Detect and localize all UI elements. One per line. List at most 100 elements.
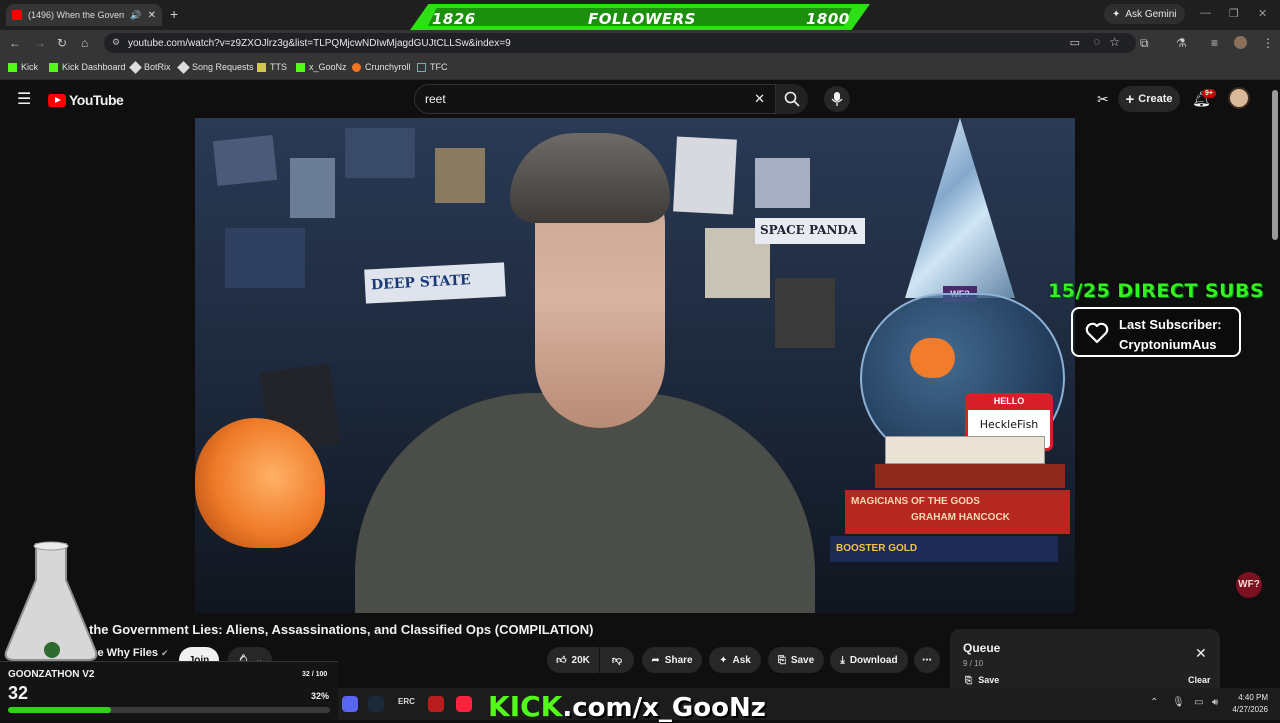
bookmark-star-icon[interactable]: ☆	[1109, 35, 1120, 49]
browser-tab[interactable]: (1496) When the Governme 🔊 ✕	[6, 4, 162, 26]
book-magicians: MAGICIANS OF THE GODS GRAHAM HANCOCK	[845, 490, 1070, 534]
minimize-icon[interactable]: —	[1200, 7, 1211, 19]
bookmark-tfc[interactable]: TFC	[417, 62, 448, 72]
erc-icon[interactable]: ERC	[398, 697, 415, 706]
voice-search-button[interactable]	[824, 86, 850, 112]
queue-save-button[interactable]: ⎘ Save	[965, 675, 999, 686]
goonzathon-title: GOONZATHON V2	[8, 669, 95, 680]
queue-close-icon[interactable]: ✕	[1195, 645, 1207, 662]
cast-icon[interactable]: ▭	[1070, 36, 1080, 49]
address-bar[interactable]: ⚙ youtube.com/watch?v=z9ZXOJlrz3g&list=T…	[104, 33, 1136, 53]
like-button[interactable]: 👍︎ 20K	[547, 647, 599, 673]
search-button[interactable]	[776, 84, 808, 114]
discord-icon[interactable]	[342, 696, 358, 712]
dislike-button[interactable]: 👎︎	[600, 647, 634, 673]
tab-close-icon[interactable]: ✕	[148, 10, 156, 21]
crunchyroll-icon	[352, 62, 361, 72]
page-scrollbar[interactable]	[1270, 80, 1280, 688]
window-close-icon[interactable]: ✕	[1258, 7, 1267, 20]
browser-toolbar: ← → ↻ ⌂ ⚙ youtube.com/watch?v=z9ZXOJlrz3…	[0, 30, 1280, 56]
clock[interactable]: 4:40 PM 4/27/2026	[1224, 692, 1268, 716]
tab-title: (1496) When the Governme	[28, 10, 124, 20]
speaker-icon[interactable]: 🔊	[130, 10, 141, 21]
kick-icon	[49, 62, 58, 72]
poster-photo	[435, 148, 485, 203]
bookmark-kick[interactable]: Kick	[8, 62, 38, 72]
queue-save-label: Save	[978, 675, 1000, 685]
followers-current: 1826	[432, 10, 476, 28]
ask-button[interactable]: ✦ Ask	[709, 647, 761, 673]
tfc-icon	[417, 62, 426, 72]
followers-goal-banner: 1826 FOLLOWERS 1800	[410, 4, 870, 30]
bookmark-icon: ⎘	[777, 654, 786, 666]
video-title: When the Government Lies: Aliens, Assass…	[50, 622, 594, 637]
bookmark-tts[interactable]: TTS	[257, 62, 287, 72]
direct-subs-goal: 15/25 DIRECT SUBS	[1048, 280, 1265, 302]
app-icon[interactable]	[428, 696, 444, 712]
space-panda-poster: SPACE PANDA	[755, 218, 865, 244]
back-icon[interactable]: ←	[9, 36, 21, 50]
kick-url-overlay: KICK.com/x_GooNz	[488, 690, 766, 723]
badge-hello: HELLO	[968, 396, 1050, 410]
share-icon: ➦	[651, 654, 660, 666]
account-avatar[interactable]	[1228, 87, 1250, 109]
ask-gemini-button[interactable]: ✦ Ask Gemini	[1104, 4, 1185, 24]
reading-list-icon[interactable]: ≡	[1211, 36, 1218, 50]
bookmarks-bar: Kick Kick Dashboard BotRix Song Requests…	[0, 56, 1280, 80]
bookmark-label: Crunchyroll	[365, 62, 411, 72]
create-label: Create	[1138, 93, 1173, 105]
search-input[interactable]: reet ✕	[414, 84, 776, 114]
reload-icon[interactable]: ↻	[57, 36, 67, 50]
music-icon[interactable]	[456, 696, 472, 712]
book-title: MAGICIANS OF THE GODS	[851, 496, 980, 507]
new-tab-icon[interactable]: +	[170, 6, 178, 22]
mic-tray-icon[interactable]: 🎙︎	[1172, 697, 1185, 708]
profile-avatar[interactable]	[1234, 36, 1247, 49]
channel-watermark[interactable]: WF?	[1236, 572, 1262, 598]
bookmark-botrix[interactable]: BotRix	[129, 60, 171, 74]
queue-clear-button[interactable]: Clear	[1188, 675, 1211, 685]
goonzathon-panel: GOONZATHON V2 32 / 100 32 32%	[0, 661, 338, 720]
volume-icon[interactable]: 🔊︎	[1212, 697, 1218, 708]
restore-icon[interactable]: ❐	[1229, 7, 1239, 20]
youtube-favicon-icon	[12, 10, 22, 20]
youtube-logo[interactable]: YouTube	[48, 92, 124, 108]
notification-badge: 9+	[1202, 89, 1216, 98]
youtube-play-icon	[48, 93, 66, 107]
bookmark-kick-dashboard[interactable]: Kick Dashboard	[49, 62, 126, 72]
download-button[interactable]: ⤓ Download	[830, 647, 908, 673]
forward-icon[interactable]: →	[34, 36, 46, 50]
menu-dots-icon[interactable]: ⋮	[1262, 36, 1274, 50]
more-actions-button[interactable]: ⋯	[914, 647, 940, 673]
tray-chevron-icon[interactable]: ⌃	[1150, 697, 1158, 708]
site-info-icon[interactable]: ⚙	[112, 37, 120, 48]
share-button[interactable]: ➦ Share	[642, 647, 702, 673]
extensions-icon[interactable]: ⧉	[1140, 36, 1149, 51]
clear-search-icon[interactable]: ✕	[754, 91, 765, 107]
bookmark-crunchyroll[interactable]: Crunchyroll	[352, 62, 411, 72]
video-player[interactable]: SPACE PANDA DEEP STATE WF? HELLO HeckleF…	[195, 118, 1075, 613]
followers-goal: 1800	[806, 10, 850, 28]
home-icon[interactable]: ⌂	[81, 36, 88, 50]
poster-photo	[755, 158, 810, 208]
save-button[interactable]: ⎘ Save	[768, 647, 824, 673]
kick-icon	[296, 62, 305, 72]
eye-off-icon[interactable]: ◌	[1093, 36, 1100, 48]
verified-icon: ✔	[161, 648, 169, 658]
create-button[interactable]: + Create	[1118, 86, 1180, 112]
bookmark-song-requests[interactable]: Song Requests	[177, 60, 254, 74]
poster-photo	[290, 158, 335, 218]
botrix-icon	[129, 60, 142, 74]
download-icon: ⤓	[840, 654, 845, 666]
bookmark-label: Kick Dashboard	[62, 62, 126, 72]
queue-title: Queue	[963, 641, 1001, 655]
network-icon[interactable]: ▭	[1194, 697, 1203, 708]
save-label: Save	[790, 654, 815, 666]
lab-icon[interactable]: ⚗	[1176, 36, 1187, 50]
hamburger-menu-icon[interactable]: ☰	[17, 89, 31, 109]
book	[875, 464, 1065, 488]
bookmark-x-goonz[interactable]: x_GooNz	[296, 62, 347, 72]
clip-icon[interactable]: ✂	[1097, 91, 1109, 108]
steam-icon[interactable]	[368, 696, 384, 712]
poster-photo	[673, 136, 737, 215]
